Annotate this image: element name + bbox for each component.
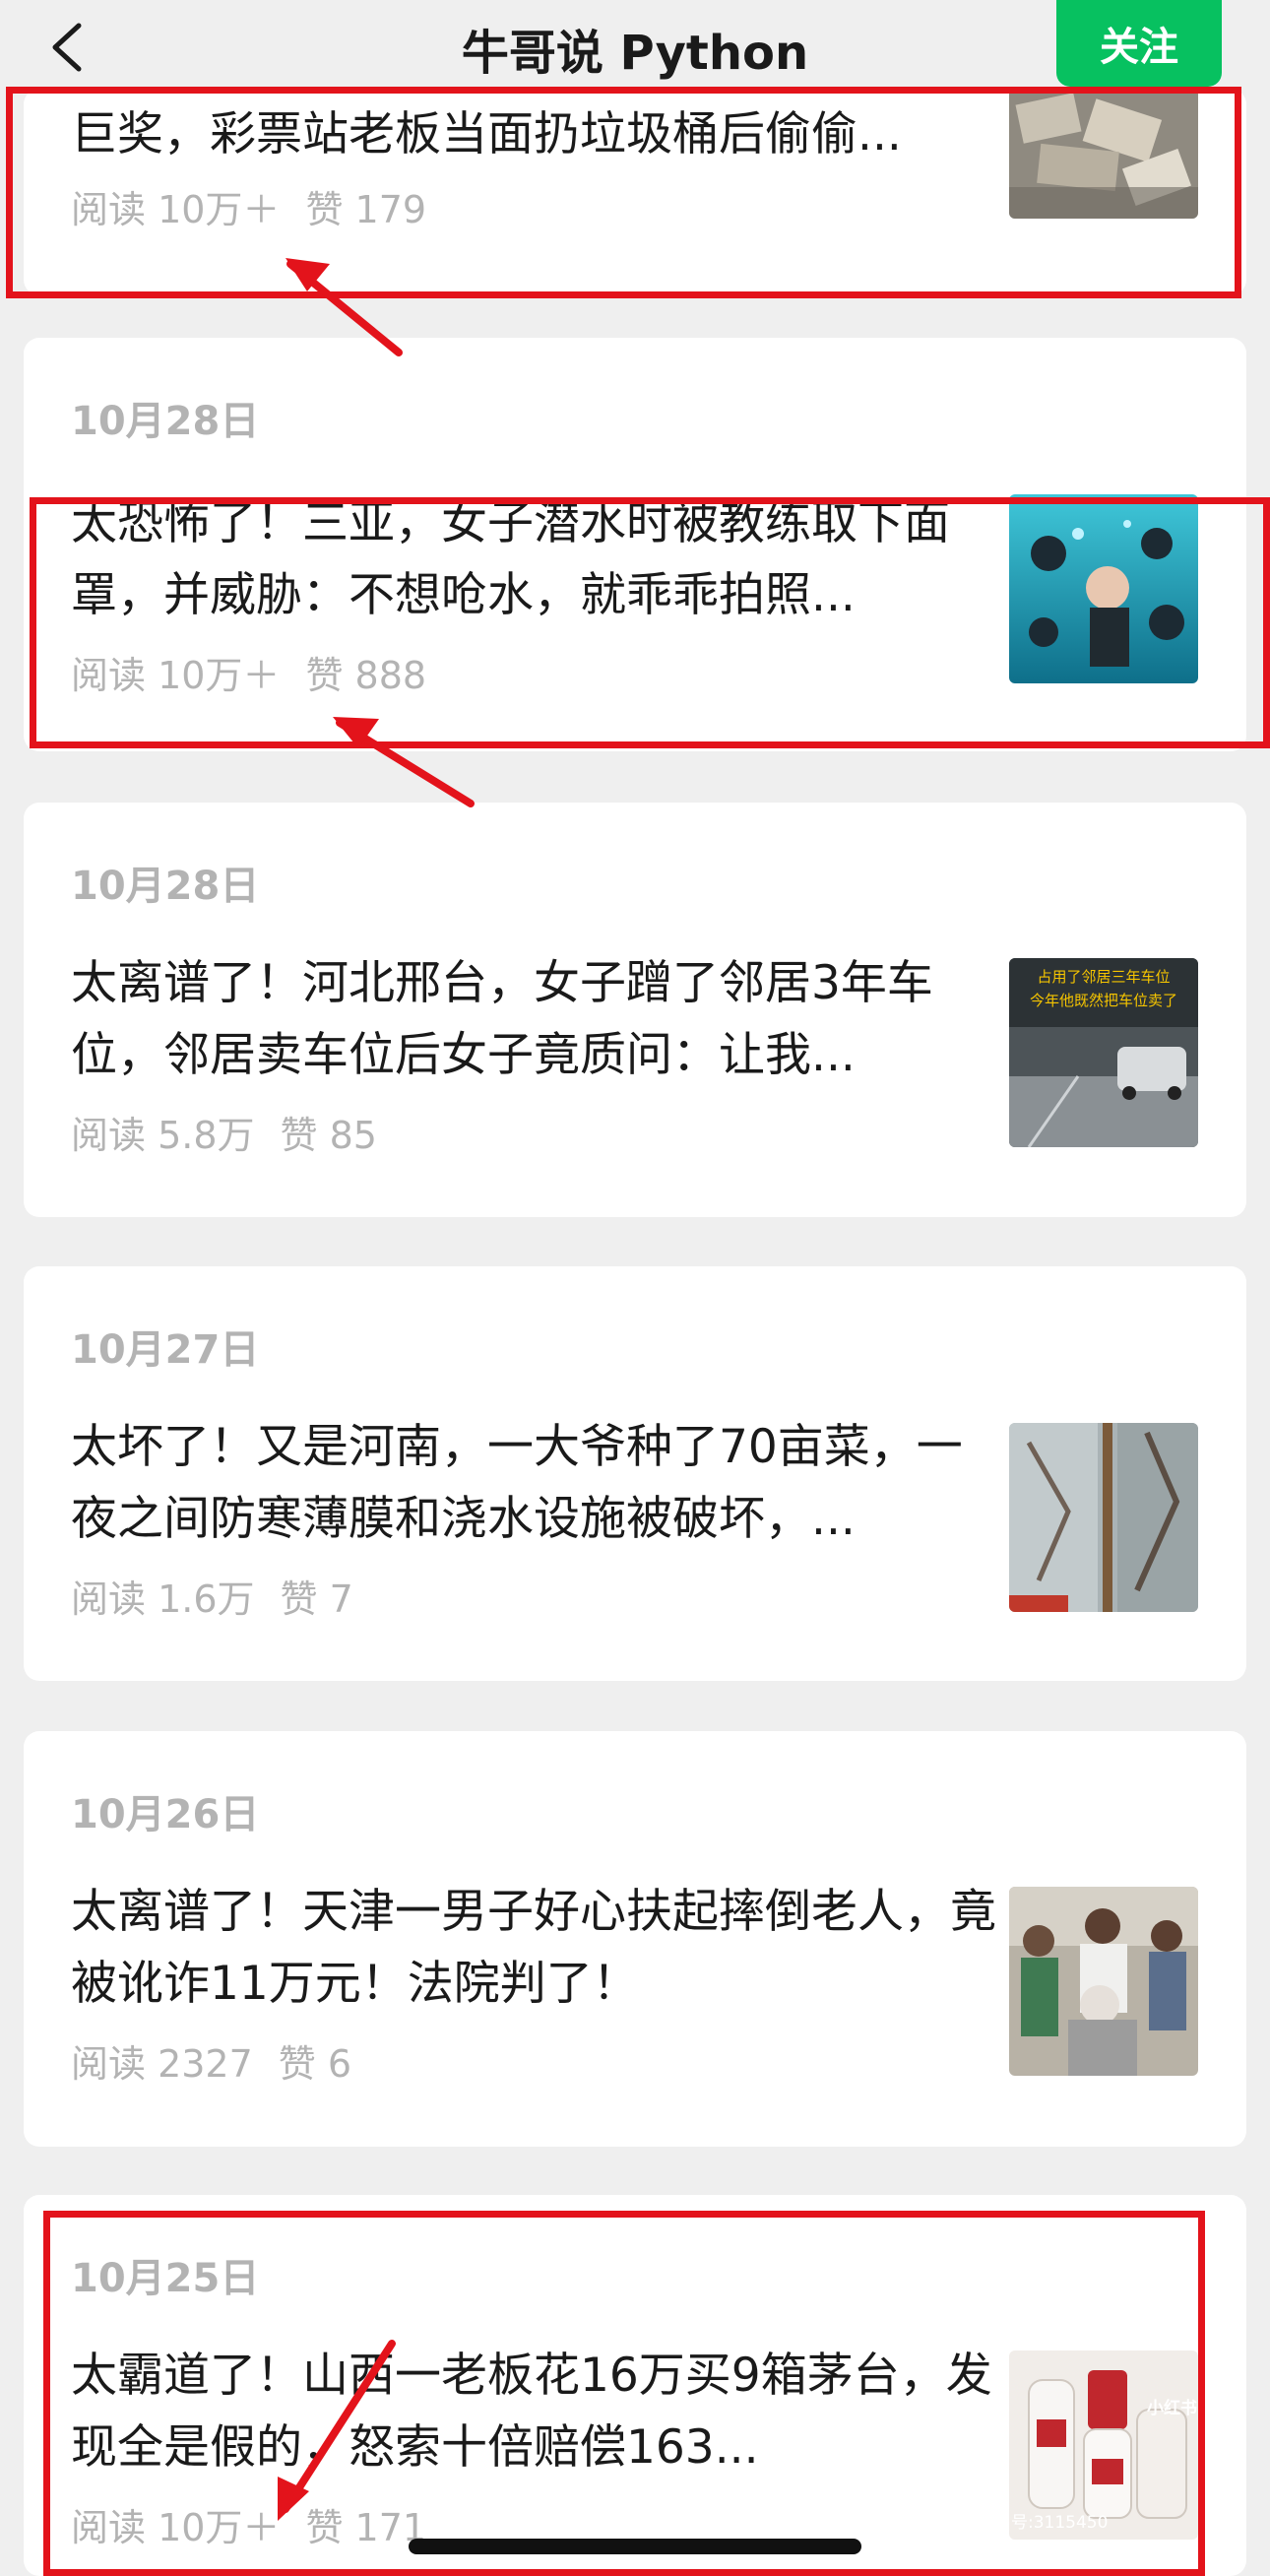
article-date: 10月27日 — [71, 1327, 260, 1373]
like-count: 赞 85 — [280, 1114, 377, 1157]
read-count: 阅读 5.8万 — [71, 1114, 255, 1157]
article-meta: 阅读 2327 赞 6 — [71, 2033, 351, 2088]
article-title: 太离谱了！河北邢台，女子蹭了邻居3年车位，邻居卖车位后女子竟质问：让我... — [71, 956, 933, 1082]
article-title: 太坏了！又是河南，一大爷种了70亩菜，一夜之间防寒薄膜和浇水设施被破坏，... — [71, 1420, 963, 1546]
like-count: 赞 7 — [280, 1578, 353, 1621]
article-date: 10月26日 — [71, 1792, 260, 1837]
article-meta: 阅读 10万＋ 赞 888 — [71, 645, 426, 699]
svg-text:小红书: 小红书 — [1147, 2398, 1197, 2418]
article-title: 太离谱了！天津一男子好心扶起摔倒老人，竟被讹诈11万元！法院判了！ — [71, 1885, 996, 2011]
article-list-page: 牛哥说 Python 关注 巨奖，彩票站老板当面扔垃圾桶后偷偷... 阅读 10… — [0, 0, 1270, 2576]
article-card[interactable]: 10月28日 太离谱了！河北邢台，女子蹭了邻居3年车位，邻居卖车位后女子竟质问：… — [24, 803, 1246, 1217]
nav-bar: 牛哥说 Python 关注 — [0, 0, 1270, 94]
article-card[interactable]: 10月27日 太坏了！又是河南，一大爷种了70亩菜，一夜之间防寒薄膜和浇水设施被… — [24, 1266, 1246, 1681]
svg-text:今年他既然把车位卖了: 今年他既然把车位卖了 — [1030, 992, 1177, 1009]
read-count: 阅读 1.6万 — [71, 1578, 255, 1621]
home-indicator[interactable] — [409, 2539, 861, 2554]
article-meta: 阅读 10万＋ 赞 179 — [71, 179, 426, 233]
read-count: 阅读 10万＋ — [71, 188, 281, 231]
read-count: 阅读 10万＋ — [71, 2506, 281, 2549]
article-date: 10月28日 — [71, 399, 260, 444]
article-title: 巨奖，彩票站老板当面扔垃圾桶后偷偷... — [71, 107, 902, 161]
article-date: 10月25日 — [71, 2256, 260, 2301]
article-meta: 阅读 1.6万赞 7 — [71, 1569, 353, 1623]
article-thumbnail — [1009, 1887, 1198, 2076]
follow-button[interactable]: 关注 — [1056, 0, 1222, 87]
article-thumbnail — [1009, 89, 1198, 219]
like-count: 赞 6 — [278, 2042, 352, 2086]
article-thumbnail: 小红书 号:3115450 — [1009, 2351, 1198, 2540]
article-card[interactable]: 10月28日 太恐怖了！三亚，女子潜水时被教练取下面罩，并威胁：不想呛水，就乖乖… — [24, 338, 1246, 751]
article-thumbnail: 占用了邻居三年车位 今年他既然把车位卖了 — [1009, 958, 1198, 1147]
article-title: 太恐怖了！三亚，女子潜水时被教练取下面罩，并威胁：不想呛水，就乖乖拍照... — [71, 496, 950, 622]
article-meta: 阅读 10万＋赞 171 — [71, 2497, 426, 2551]
read-count: 阅读 2327 — [71, 2042, 253, 2086]
article-card[interactable]: 10月25日 太霸道了！山西一老板花16万买9箱茅台，发现全是假的，怒索十倍赔偿… — [24, 2195, 1246, 2576]
svg-text:占用了邻居三年车位: 占用了邻居三年车位 — [1037, 968, 1170, 986]
article-card[interactable]: 10月26日 太离谱了！天津一男子好心扶起摔倒老人，竟被讹诈11万元！法院判了！… — [24, 1731, 1246, 2147]
article-thumbnail — [1009, 1423, 1198, 1612]
article-title: 太霸道了！山西一老板花16万买9箱茅台，发现全是假的，怒索十倍赔偿163... — [71, 2349, 992, 2475]
like-count: 赞 179 — [305, 188, 427, 231]
svg-text:号:3115450: 号:3115450 — [1011, 2513, 1108, 2533]
read-count: 阅读 10万＋ — [71, 654, 281, 697]
article-date: 10月28日 — [71, 864, 260, 909]
like-count: 赞 888 — [305, 654, 427, 697]
article-thumbnail — [1009, 494, 1198, 683]
article-meta: 阅读 5.8万赞 85 — [71, 1105, 377, 1159]
article-card[interactable]: 巨奖，彩票站老板当面扔垃圾桶后偷偷... 阅读 10万＋ 赞 179 — [24, 89, 1246, 295]
